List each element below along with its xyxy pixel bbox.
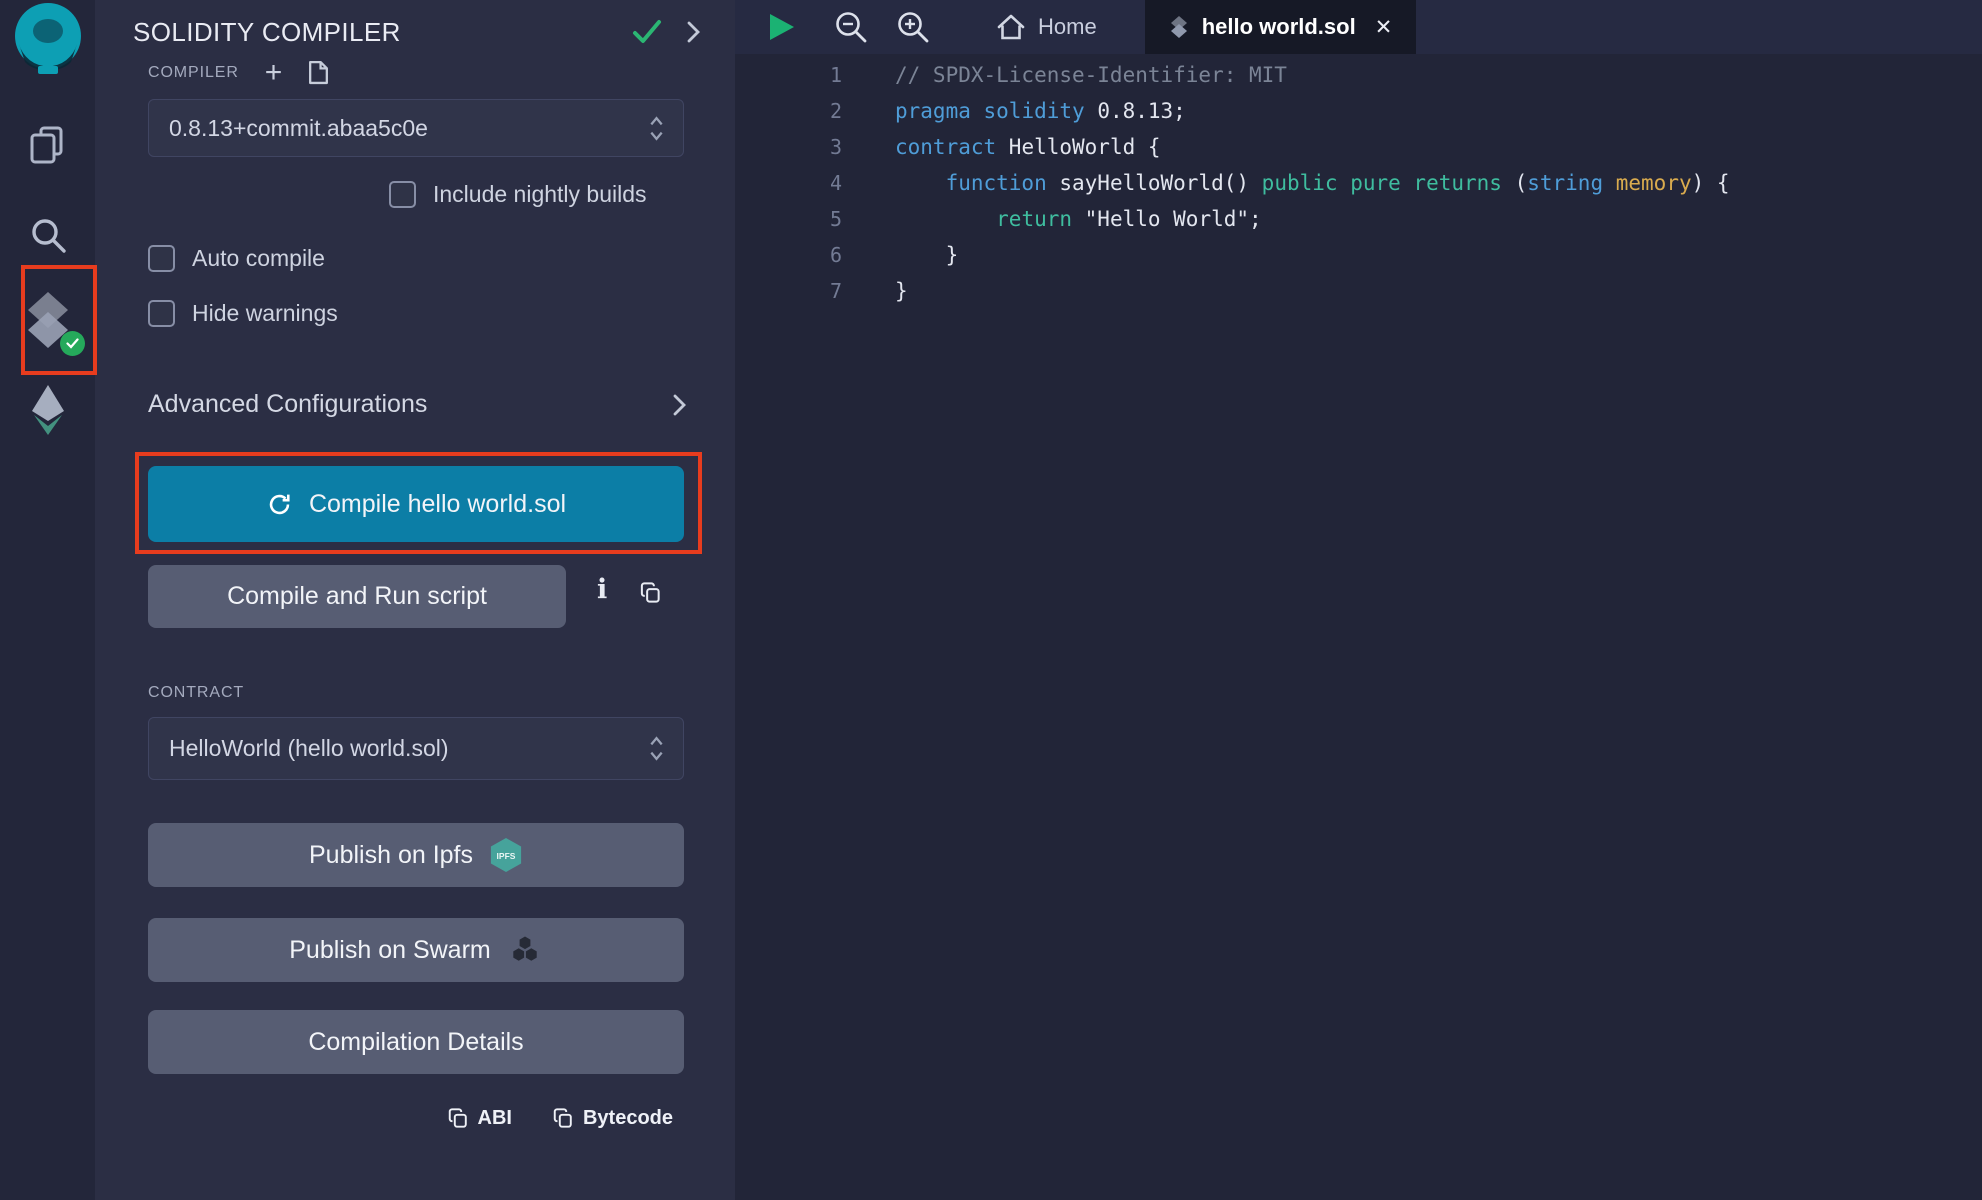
open-compiler-file-icon[interactable] <box>308 60 329 85</box>
code-line[interactable]: 4 function sayHelloWorld() public pure r… <box>735 165 1982 201</box>
code-text: pragma solidity 0.8.13; <box>842 93 1186 129</box>
publish-ipfs-button[interactable]: Publish on Ipfs IPFS <box>148 823 684 887</box>
checkbox-label: Include nightly builds <box>433 181 647 208</box>
editor-topbar: Home hello world.sol ✕ <box>735 0 1982 54</box>
compiler-version-value: 0.8.13+commit.abaa5c0e <box>169 115 428 142</box>
icon-sidebar <box>0 0 95 1200</box>
contract-select-value: HelloWorld (hello world.sol) <box>169 735 449 762</box>
remix-logo[interactable] <box>0 2 95 76</box>
tab-hello-world-sol[interactable]: hello world.sol ✕ <box>1145 0 1417 54</box>
zoom-in-icon[interactable] <box>895 9 931 45</box>
search-icon[interactable] <box>0 215 95 255</box>
advanced-configurations-toggle[interactable]: Advanced Configurations <box>148 390 687 419</box>
code-editor[interactable]: 1// SPDX-License-Identifier: MIT2pragma … <box>735 54 1982 309</box>
home-icon <box>997 14 1025 40</box>
code-text: return "Hello World"; <box>842 201 1262 237</box>
info-icon[interactable]: i <box>597 574 607 605</box>
publish-ipfs-label: Publish on Ipfs <box>309 841 473 870</box>
code-lines: 1// SPDX-License-Identifier: MIT2pragma … <box>735 57 1982 309</box>
line-number[interactable]: 6 <box>735 237 842 273</box>
copy-script-icon[interactable] <box>639 581 662 604</box>
run-script-icon[interactable] <box>765 11 797 43</box>
line-number[interactable]: 7 <box>735 273 842 309</box>
publish-swarm-button[interactable]: Publish on Swarm <box>148 918 684 982</box>
checkbox-unchecked[interactable] <box>389 181 416 208</box>
panel-header: SOLIDITY COMPILER <box>133 10 701 54</box>
checkbox-label: Auto compile <box>192 245 325 272</box>
code-line[interactable]: 2pragma solidity 0.8.13; <box>735 93 1982 129</box>
chevron-right-icon <box>672 393 687 417</box>
code-text: } <box>842 273 908 309</box>
select-arrows-icon <box>648 735 665 762</box>
code-line[interactable]: 7} <box>735 273 1982 309</box>
code-line[interactable]: 5 return "Hello World"; <box>735 201 1982 237</box>
tab-home[interactable]: Home <box>971 0 1123 54</box>
compile-button[interactable]: Compile hello world.sol <box>148 466 684 542</box>
file-explorer-icon[interactable] <box>0 125 95 165</box>
compilation-details-button[interactable]: Compilation Details <box>148 1010 684 1074</box>
abi-bytecode-row: ABI Bytecode <box>95 1098 735 1138</box>
editor-area: Home hello world.sol ✕ 1// SPDX-License-… <box>735 0 1982 1200</box>
zoom-out-icon[interactable] <box>833 9 869 45</box>
refresh-icon <box>266 491 293 518</box>
line-number[interactable]: 3 <box>735 129 842 165</box>
line-number[interactable]: 5 <box>735 201 842 237</box>
solidity-logo-wrap <box>19 290 77 350</box>
solidity-compiler-icon[interactable] <box>0 290 95 350</box>
magnifier-icon <box>28 215 68 255</box>
auto-compile-checkbox[interactable]: Auto compile <box>148 245 325 272</box>
close-tab-icon[interactable]: ✕ <box>1375 15 1393 40</box>
abi-label: ABI <box>478 1107 512 1130</box>
add-custom-compiler-icon[interactable]: + <box>265 62 283 84</box>
ethereum-icon <box>28 384 68 436</box>
hide-warnings-checkbox[interactable]: Hide warnings <box>148 300 338 327</box>
copy-bytecode-button[interactable]: Bytecode <box>552 1107 673 1130</box>
compile-button-label: Compile hello world.sol <box>309 490 566 519</box>
copy-icon <box>552 1107 574 1129</box>
publish-swarm-label: Publish on Swarm <box>289 936 490 965</box>
bytecode-label: Bytecode <box>583 1107 673 1130</box>
code-text: function sayHelloWorld() public pure ret… <box>842 165 1730 201</box>
compiler-version-select[interactable]: 0.8.13+commit.abaa5c0e <box>148 99 684 157</box>
solidity-file-icon <box>1169 15 1189 39</box>
line-number[interactable]: 1 <box>735 57 842 93</box>
remix-ide: SOLIDITY COMPILER COMPILER + 0.8.13+comm… <box>0 0 1982 1200</box>
include-nightly-builds-checkbox[interactable]: Include nightly builds <box>389 181 647 208</box>
copy-icon <box>447 1107 469 1129</box>
advanced-configurations-label: Advanced Configurations <box>148 390 427 419</box>
code-line[interactable]: 3contract HelloWorld { <box>735 129 1982 165</box>
code-text: // SPDX-License-Identifier: MIT <box>842 57 1287 93</box>
checkbox-unchecked[interactable] <box>148 300 175 327</box>
compile-success-check-icon <box>632 19 662 45</box>
solidity-compiler-panel: SOLIDITY COMPILER COMPILER + 0.8.13+comm… <box>95 0 735 1200</box>
checkbox-label: Hide warnings <box>192 300 338 327</box>
ipfs-icon: IPFS <box>489 836 523 874</box>
line-number[interactable]: 4 <box>735 165 842 201</box>
remix-logo-icon <box>9 2 87 76</box>
compiler-section-label: COMPILER <box>148 64 239 82</box>
compiler-section-header: COMPILER + <box>148 60 329 85</box>
contract-section-label: CONTRACT <box>148 684 244 702</box>
code-line[interactable]: 1// SPDX-License-Identifier: MIT <box>735 57 1982 93</box>
deploy-run-icon[interactable] <box>0 384 95 436</box>
tab-label: Home <box>1038 14 1097 40</box>
swarm-icon <box>507 935 543 965</box>
compile-success-badge <box>60 331 85 356</box>
copy-abi-button[interactable]: ABI <box>447 1107 512 1130</box>
contract-select[interactable]: HelloWorld (hello world.sol) <box>148 717 684 780</box>
compilation-details-label: Compilation Details <box>308 1028 523 1057</box>
panel-collapse-chevron-icon[interactable] <box>686 20 701 44</box>
compile-and-run-button[interactable]: Compile and Run script <box>148 565 566 628</box>
tab-label: hello world.sol <box>1202 14 1356 40</box>
panel-title: SOLIDITY COMPILER <box>133 17 401 48</box>
select-arrows-icon <box>648 115 665 142</box>
compile-and-run-label: Compile and Run script <box>227 582 487 611</box>
code-line[interactable]: 6 } <box>735 237 1982 273</box>
line-number[interactable]: 2 <box>735 93 842 129</box>
checkbox-unchecked[interactable] <box>148 245 175 272</box>
code-text: contract HelloWorld { <box>842 129 1161 165</box>
svg-text:IPFS: IPFS <box>497 851 516 861</box>
code-text: } <box>842 237 958 273</box>
files-icon <box>29 125 67 165</box>
